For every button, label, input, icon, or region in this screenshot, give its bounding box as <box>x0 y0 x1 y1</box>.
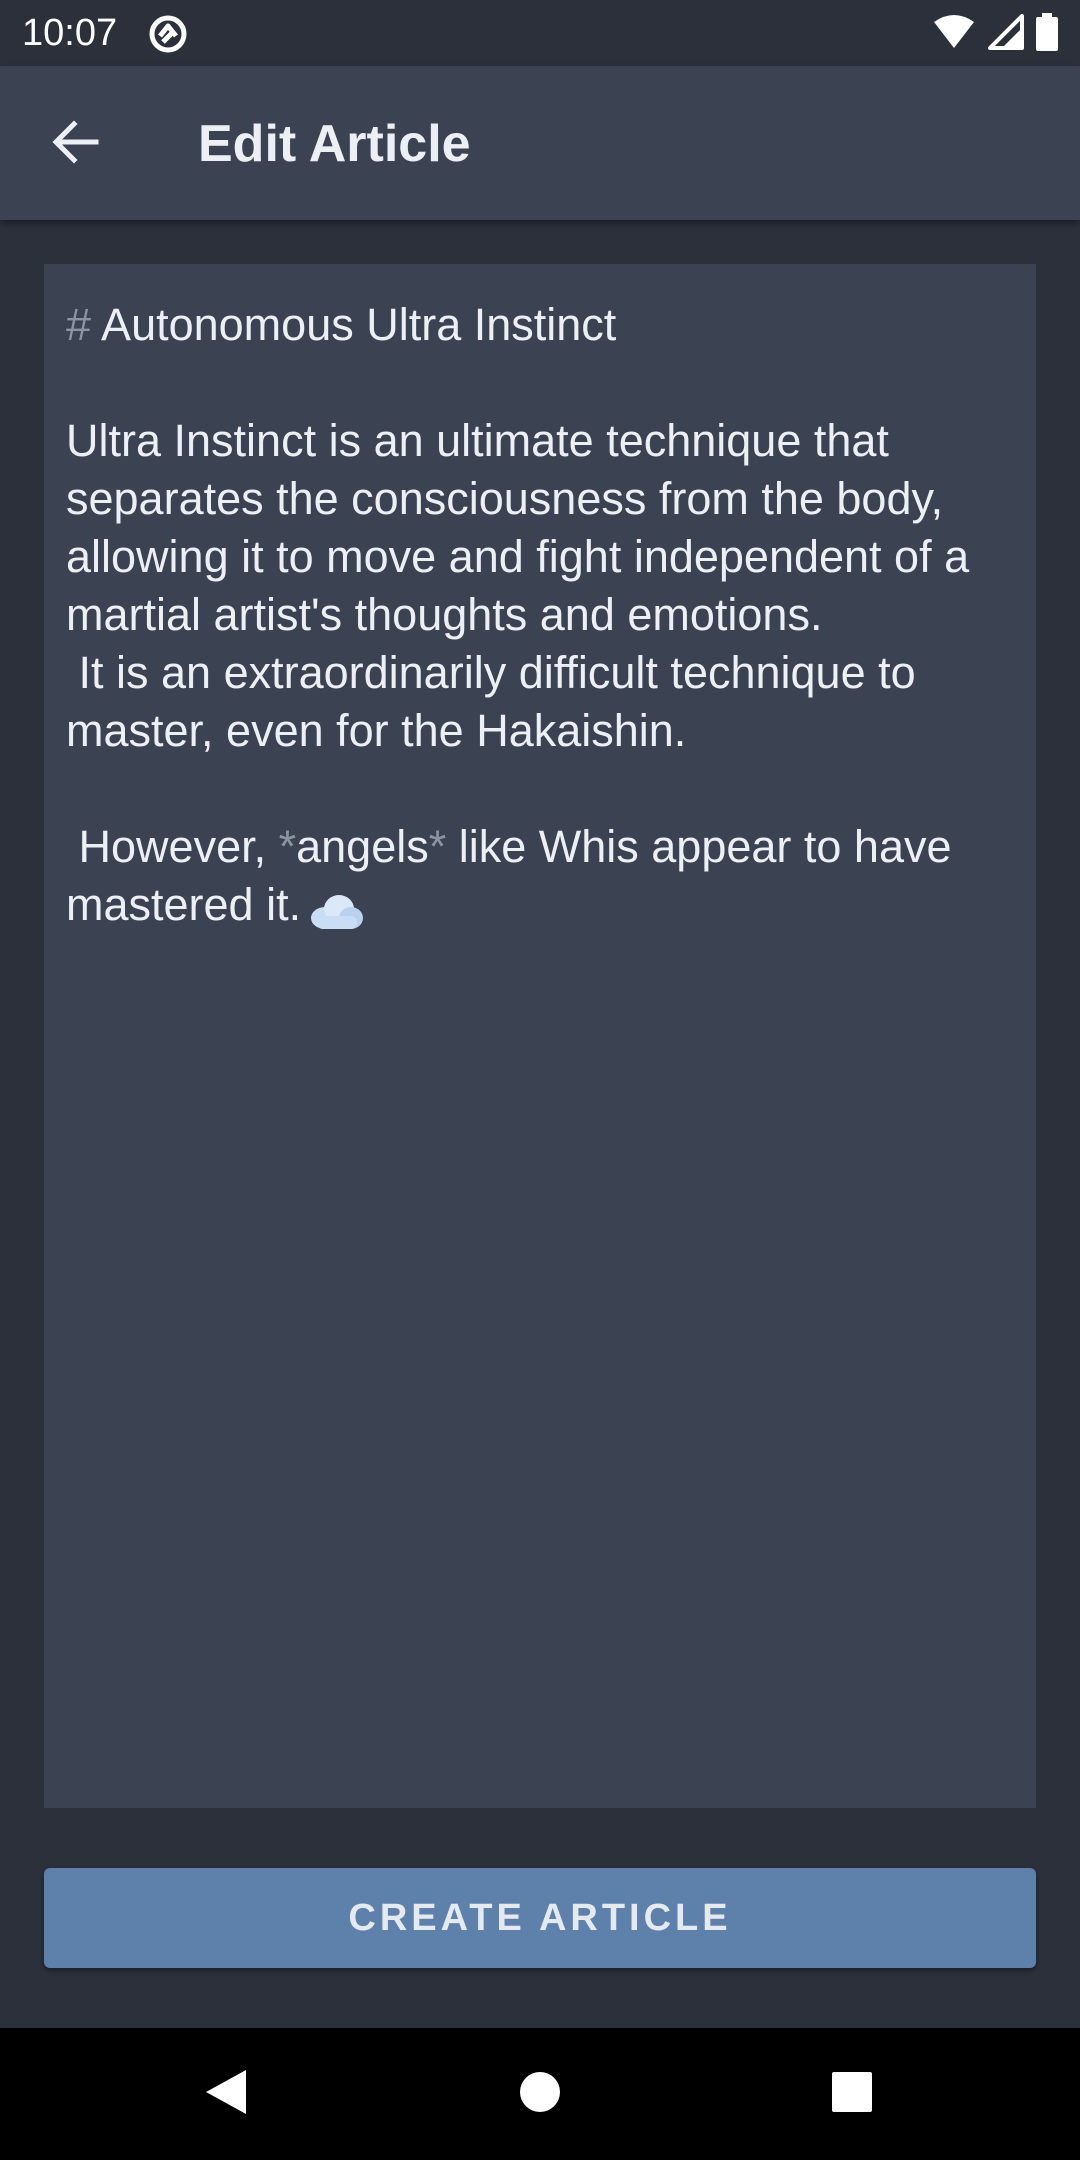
cellular-signal-icon <box>988 13 1024 55</box>
status-icons <box>932 12 1058 56</box>
cloud-icon <box>307 888 365 930</box>
nav-back-icon <box>204 2068 248 2121</box>
nav-home-button[interactable] <box>510 2064 570 2124</box>
arrow-back-icon <box>52 119 100 169</box>
app-bar: Edit Article <box>0 66 1080 220</box>
status-time: 10:07 <box>22 12 118 54</box>
screen: 10:07 Edit Article # Autonomous Ultra In… <box>0 0 1080 2160</box>
nav-home-icon <box>518 2070 562 2119</box>
sync-badge-icon <box>148 14 188 54</box>
emphasis-open-mark: * <box>278 821 297 872</box>
paragraph-2: It is an extraordinarily difficult techn… <box>66 647 929 756</box>
nav-back-button[interactable] <box>196 2064 256 2124</box>
page-title: Edit Article <box>198 115 471 173</box>
paragraph-3: However, *angels* like Whis appear to ha… <box>66 818 1014 934</box>
article-heading: Autonomous Ultra Instinct <box>91 299 617 350</box>
article-editor[interactable]: # Autonomous Ultra Instinct Ultra Instin… <box>44 264 1036 1808</box>
back-button[interactable] <box>28 106 124 182</box>
nav-recents-button[interactable] <box>822 2064 882 2124</box>
battery-icon <box>1036 12 1058 56</box>
status-bar: 10:07 <box>0 0 1080 66</box>
emphasis-close-mark: * <box>428 821 447 872</box>
paragraph-1: Ultra Instinct is an ultimate technique … <box>66 415 982 640</box>
paragraph-3-start: However, <box>66 821 279 872</box>
article-heading-line: # Autonomous Ultra Instinct <box>66 296 1014 354</box>
emphasis-word: angels <box>296 821 429 872</box>
create-article-button[interactable]: CREATE ARTICLE <box>44 1868 1036 1968</box>
wifi-icon <box>932 14 976 55</box>
nav-recents-icon <box>831 2071 873 2118</box>
system-nav-bar <box>0 2028 1080 2160</box>
heading-markdown-mark: # <box>66 299 92 350</box>
